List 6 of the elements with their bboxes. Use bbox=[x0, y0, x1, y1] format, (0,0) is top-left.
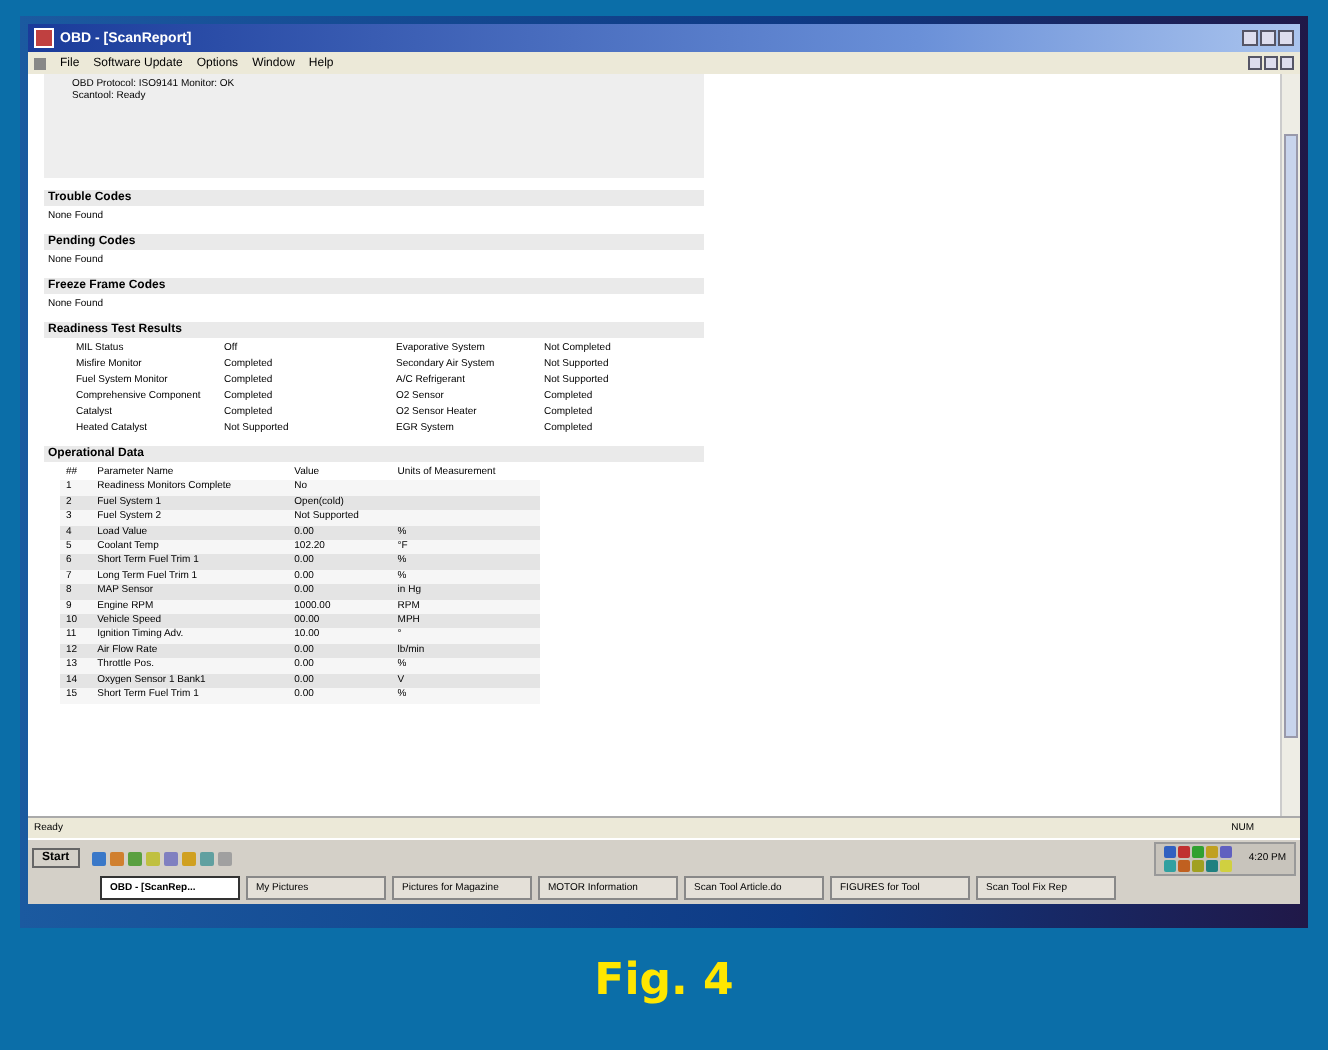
scrollbar[interactable] bbox=[1280, 74, 1300, 816]
app-icon bbox=[34, 28, 54, 48]
figure-caption: Fig. 4 bbox=[594, 956, 734, 1006]
document-controls-icon[interactable] bbox=[1248, 56, 1294, 70]
window-controls-icon[interactable] bbox=[1242, 30, 1294, 46]
document-icon bbox=[34, 57, 46, 69]
